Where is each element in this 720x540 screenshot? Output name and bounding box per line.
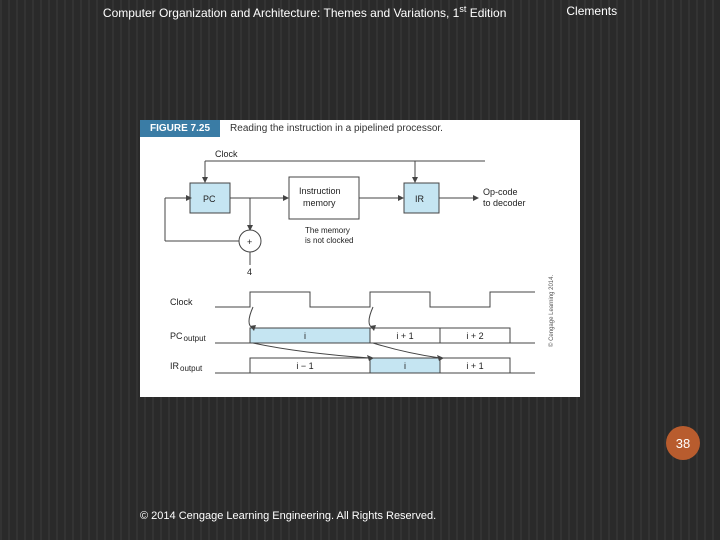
note-line-1: The memory — [305, 226, 350, 235]
author-name: Clements — [566, 4, 617, 20]
figure-title-bar: FIGURE 7.25 Reading the instruction in a… — [140, 120, 580, 137]
image-credit: © Cengage Learning 2014. — [548, 275, 555, 347]
opcode-label-2: to decoder — [483, 198, 526, 208]
page-number-badge: 38 — [666, 426, 700, 460]
adder-plus: + — [247, 237, 252, 247]
opcode-label-1: Op-code — [483, 187, 518, 197]
imem-label-1: Instruction — [299, 186, 341, 196]
ir-box-label: IR — [415, 194, 425, 204]
pc-box-label: PC — [203, 194, 216, 204]
pipeline-diagram-svg: Clock PC Instruction memory IR — [155, 147, 565, 387]
figure-panel: FIGURE 7.25 Reading the instruction in a… — [140, 120, 580, 397]
figure-caption: Reading the instruction in a pipelined p… — [220, 120, 453, 137]
clock-wave-label: Clock — [170, 297, 193, 307]
book-title: Computer Organization and Architecture: … — [103, 4, 506, 20]
clock-label: Clock — [215, 149, 238, 159]
adder-constant: 4 — [247, 267, 252, 277]
note-line-2: is not clocked — [305, 236, 353, 245]
ir-output-label: IRoutput — [170, 361, 203, 373]
pc-val-1: i + 1 — [396, 331, 413, 341]
pc-val-2: i + 2 — [466, 331, 483, 341]
ir-val-2: i + 1 — [466, 361, 483, 371]
pc-output-label: PCoutput — [170, 331, 207, 343]
copyright-footer: © 2014 Cengage Learning Engineering. All… — [140, 510, 436, 522]
figure-number: FIGURE 7.25 — [140, 120, 220, 137]
diagram: Clock PC Instruction memory IR — [140, 137, 580, 397]
slide-header: Computer Organization and Architecture: … — [0, 4, 720, 20]
ir-val-1: i — [404, 361, 406, 371]
ir-val-0: i − 1 — [296, 361, 313, 371]
pc-val-0: i — [304, 331, 306, 341]
imem-label-2: memory — [303, 198, 336, 208]
